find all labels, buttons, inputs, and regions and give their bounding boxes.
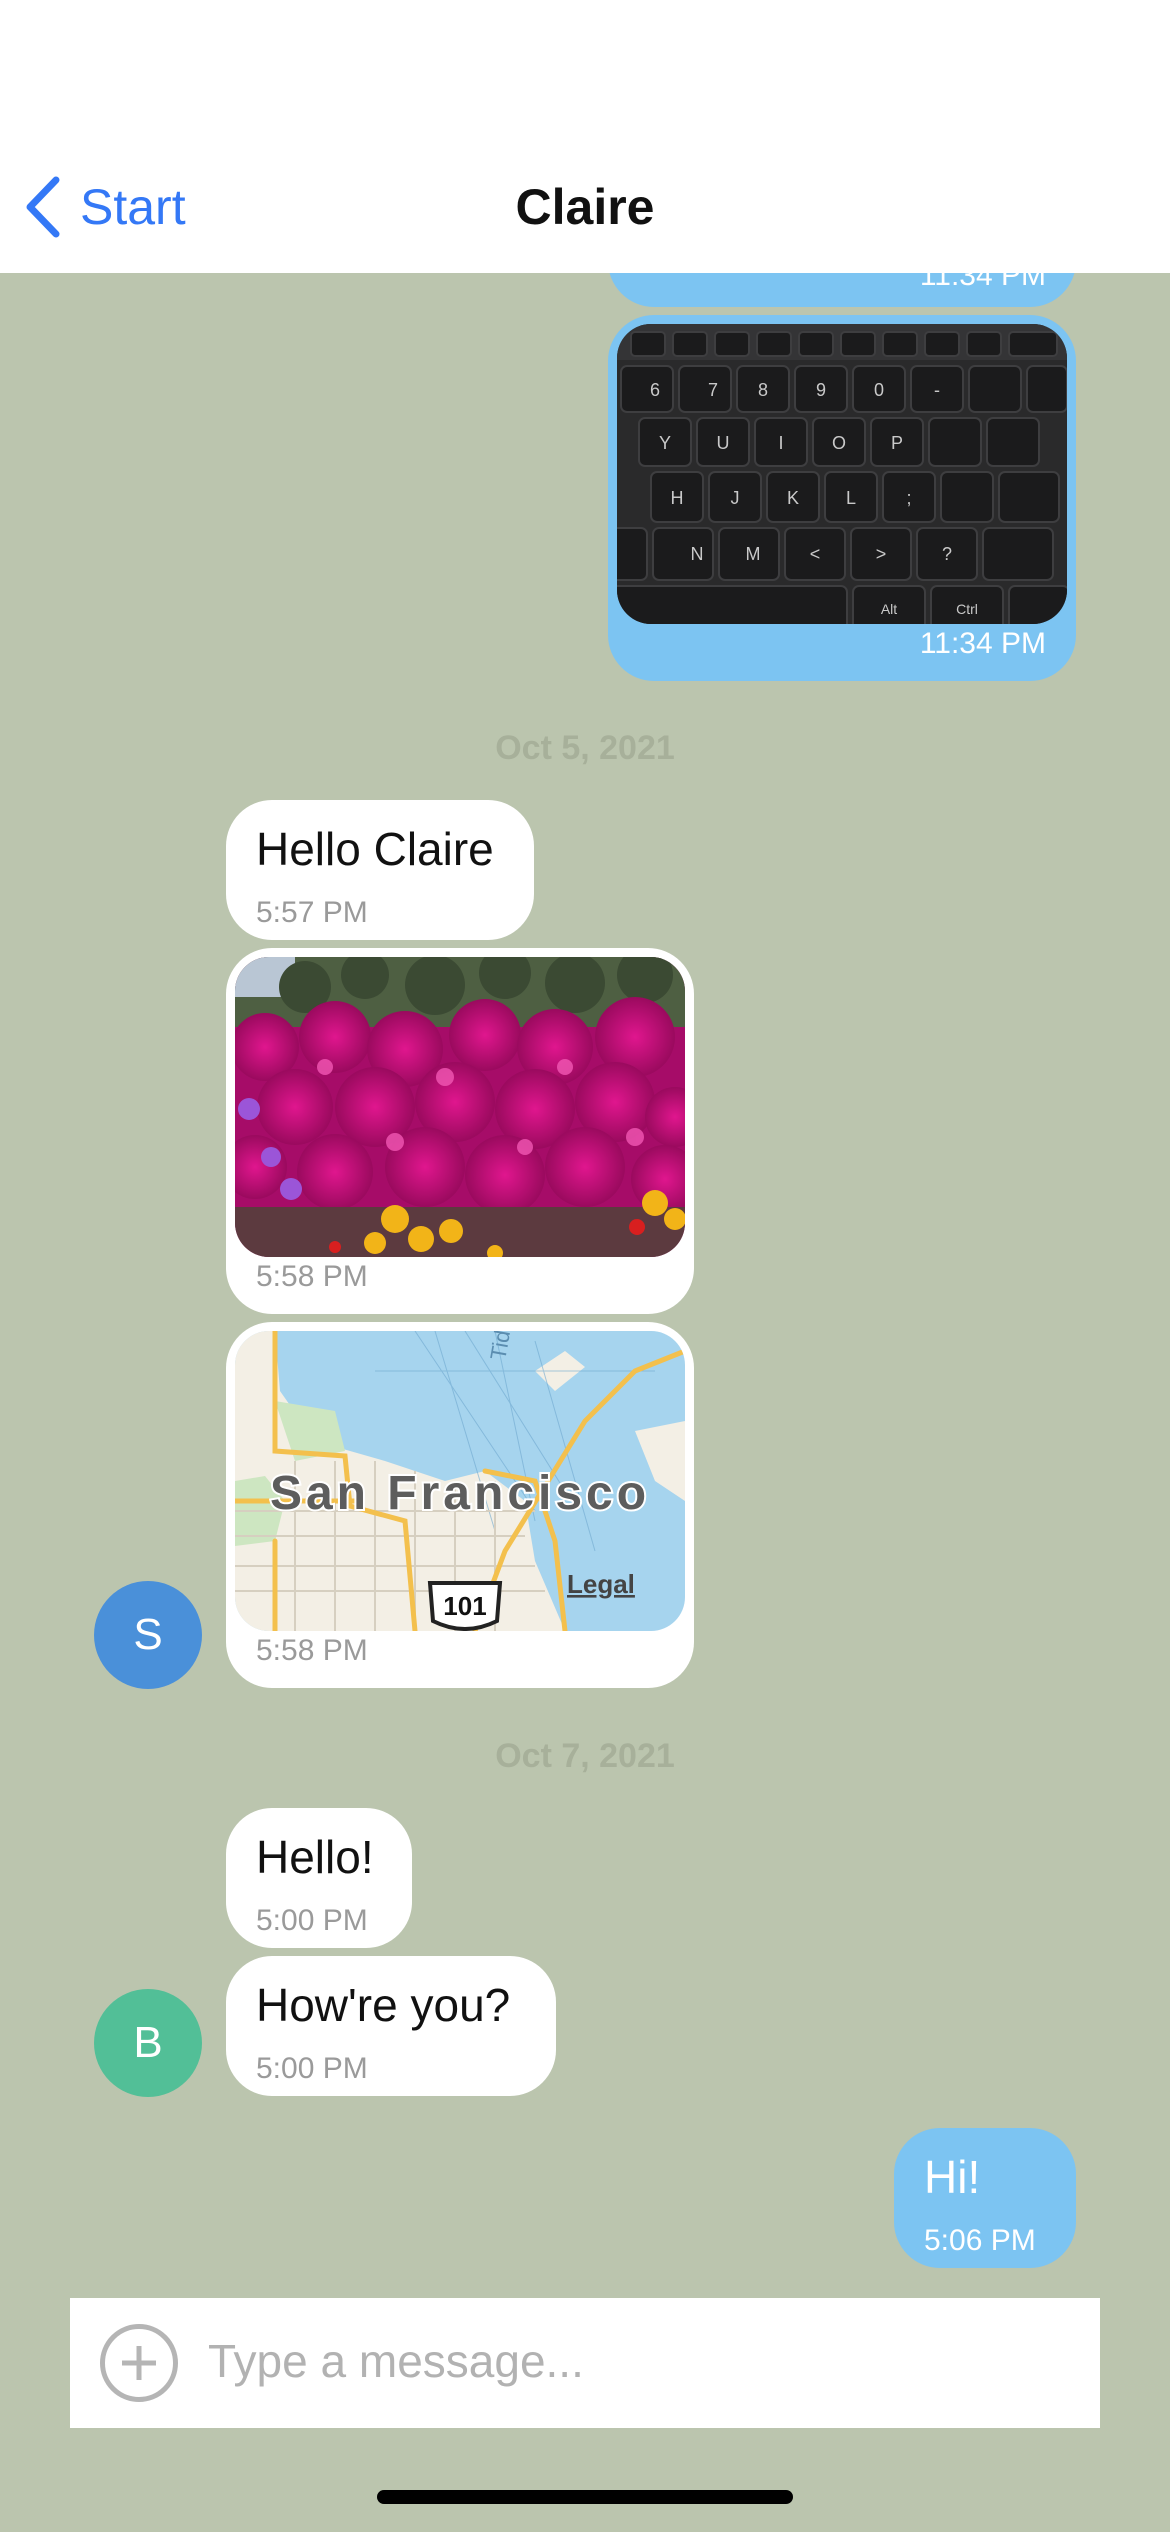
svg-text:Y: Y — [659, 433, 671, 453]
message-time: 11:34 PM — [919, 273, 1046, 292]
svg-text:6: 6 — [650, 380, 660, 400]
message-bubble-incoming[interactable]: Hello Claire 5:57 PM — [226, 800, 534, 940]
message-text: Hello Claire — [256, 823, 494, 875]
svg-text:O: O — [832, 433, 846, 453]
date-separator: Oct 7, 2021 — [495, 1737, 675, 1775]
svg-text:I: I — [778, 433, 783, 453]
avatar-initial: B — [133, 2018, 163, 2067]
svg-text:J: J — [731, 488, 740, 508]
keyboard-photo[interactable]: 6 7 8 9 0 - Y U I O P H J K L; N M < >? Alt Ctrl — [617, 324, 1067, 624]
map-water-label: Tid — [485, 1331, 515, 1362]
flowers-photo[interactable] — [235, 957, 685, 1257]
highway-shield-icon: 101 — [427, 1581, 503, 1631]
svg-text:L: L — [846, 488, 856, 508]
message-text: Hello! — [256, 1831, 374, 1883]
svg-text:<: < — [810, 544, 821, 564]
message-time: 5:58 PM — [256, 1260, 368, 1293]
location-message-incoming[interactable]: San Francisco Tid 101 Legal 5:58 PM — [226, 1322, 694, 1688]
page-title: Claire — [515, 179, 655, 235]
svg-text:9: 9 — [816, 380, 826, 400]
message-time: 5:00 PM — [256, 1904, 368, 1937]
date-separator: Oct 5, 2021 — [495, 729, 675, 767]
map-legal-link[interactable]: Legal — [567, 1569, 635, 1599]
message-time: 5:00 PM — [256, 2052, 368, 2085]
avatar[interactable]: S — [94, 1581, 202, 1689]
svg-text:;: ; — [906, 488, 911, 508]
message-input[interactable] — [208, 2318, 1068, 2404]
nav-bar: Start Claire — [0, 0, 1170, 273]
message-time: 5:57 PM — [256, 896, 368, 929]
highway-number: 101 — [443, 1591, 486, 1621]
message-bubble-incoming[interactable]: How're you? 5:00 PM — [226, 1956, 556, 2096]
svg-text:8: 8 — [758, 380, 768, 400]
svg-text:-: - — [934, 380, 940, 400]
avatar[interactable]: B — [94, 1989, 202, 2097]
svg-text:Alt: Alt — [881, 601, 897, 617]
message-bubble-outgoing[interactable]: 11:34 PM — [608, 273, 1076, 307]
svg-text:>: > — [876, 544, 887, 564]
svg-text:N: N — [691, 544, 704, 564]
svg-text:7: 7 — [708, 380, 718, 400]
svg-text:Ctrl: Ctrl — [956, 601, 978, 617]
message-time: 5:58 PM — [256, 1634, 368, 1667]
message-text: Hi! — [924, 2151, 981, 2203]
svg-text:U: U — [717, 433, 730, 453]
map-city-label: San Francisco — [270, 1467, 650, 1520]
home-indicator[interactable] — [377, 2490, 793, 2504]
message-bubble-incoming[interactable]: Hello! 5:00 PM — [226, 1808, 412, 1948]
photo-message-incoming[interactable]: 5:58 PM — [226, 948, 694, 1314]
message-composer — [70, 2298, 1100, 2428]
message-time: 11:34 PM — [919, 627, 1046, 660]
plus-circle-icon[interactable] — [100, 2324, 178, 2402]
svg-text:0: 0 — [874, 380, 884, 400]
avatar-initial: S — [133, 1610, 163, 1659]
message-time: 5:06 PM — [924, 2224, 1036, 2257]
photo-message-outgoing[interactable]: 6 7 8 9 0 - Y U I O P H J K L; N M < >? Alt Ctrl 11:… — [608, 315, 1076, 681]
message-bubble-outgoing[interactable]: Hi! 5:06 PM — [894, 2128, 1076, 2268]
svg-text:H: H — [671, 488, 684, 508]
message-text: How're you? — [256, 1979, 511, 2031]
svg-text:K: K — [787, 488, 799, 508]
svg-text:M: M — [746, 544, 761, 564]
map-preview[interactable]: San Francisco Tid 101 Legal — [235, 1331, 685, 1631]
message-list[interactable]: 11:34 PM 6 7 8 9 0 - Y U I O P H J K L ;… — [0, 273, 1170, 2293]
svg-text:P: P — [891, 433, 903, 453]
svg-text:?: ? — [942, 544, 952, 564]
